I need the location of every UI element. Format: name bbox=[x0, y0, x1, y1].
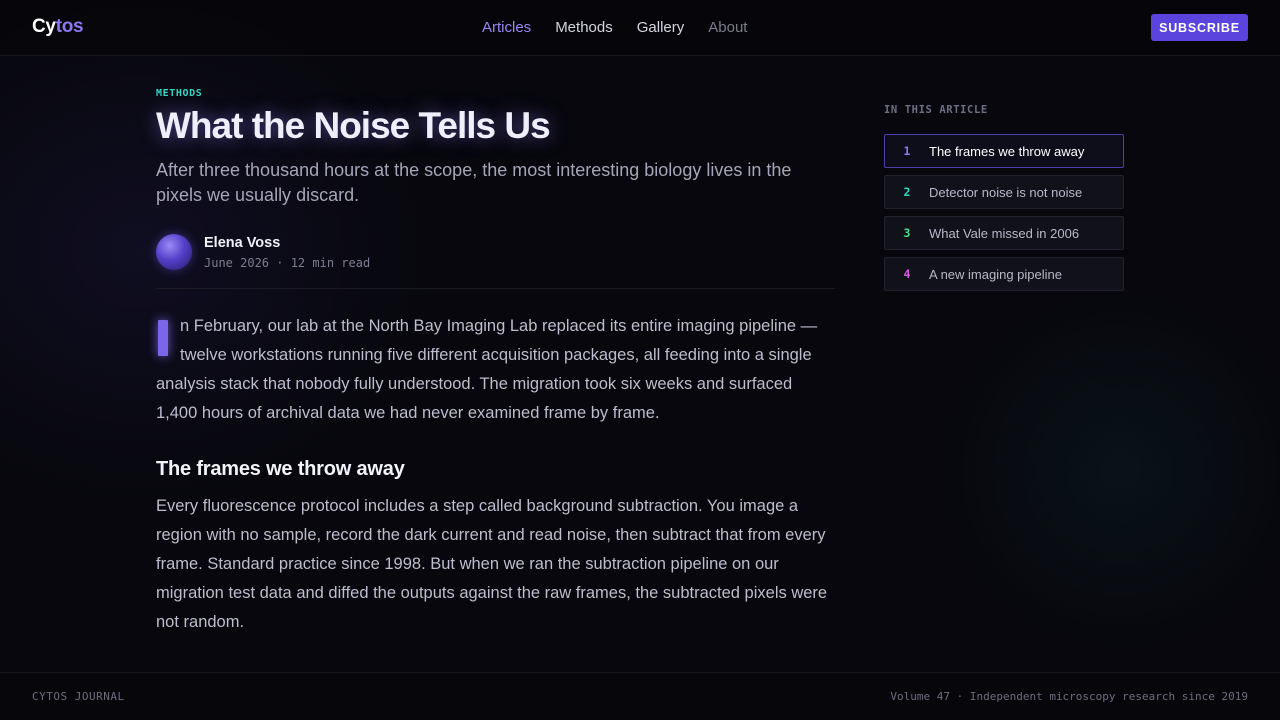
logo-text-primary: Cy bbox=[32, 16, 56, 37]
toc-item-number: 3 bbox=[903, 226, 911, 240]
toc-item-2[interactable]: 2 Detector noise is not noise bbox=[884, 175, 1124, 209]
article-meta: June 2026 · 12 min read bbox=[204, 255, 371, 270]
lead-paragraph-text: n February, our lab at the North Bay Ima… bbox=[156, 316, 818, 422]
article-subtitle: After three thousand hours at the scope,… bbox=[156, 159, 792, 205]
subscribe-button[interactable]: SUBSCRIBE bbox=[1151, 14, 1248, 41]
nav-link-about[interactable]: About bbox=[708, 19, 747, 36]
toc-item-number: 4 bbox=[903, 267, 911, 281]
toc-item-4[interactable]: 4 A new imaging pipeline bbox=[884, 257, 1124, 291]
toc-item-3[interactable]: 3 What Vale missed in 2006 bbox=[884, 216, 1124, 250]
nav-link-methods[interactable]: Methods bbox=[555, 19, 613, 36]
toc-label: IN THIS ARTICLE bbox=[884, 104, 988, 116]
toc-item-number: 1 bbox=[903, 144, 911, 158]
author-name[interactable]: Elena Voss bbox=[204, 235, 280, 251]
toc-item-label: Detector noise is not noise bbox=[929, 184, 1083, 200]
article-category[interactable]: METHODS bbox=[156, 88, 836, 99]
toc-item-number: 2 bbox=[903, 185, 911, 199]
author-avatar[interactable] bbox=[156, 233, 192, 270]
main-nav: Articles Methods Gallery About bbox=[482, 19, 747, 36]
toc-item-label: The frames we throw away bbox=[929, 143, 1085, 159]
nav-link-gallery[interactable]: Gallery bbox=[637, 19, 685, 36]
logo-text-accent: tos bbox=[55, 16, 84, 37]
toc-list: 1 The frames we throw away 2 Detector no… bbox=[884, 134, 1124, 291]
article-title: What the Noise Tells Us bbox=[156, 105, 551, 146]
article: METHODS What the Noise Tells Us After th… bbox=[156, 88, 836, 637]
site-logo[interactable]: Cytos bbox=[32, 16, 84, 38]
footer-tagline: Volume 47 · Independent microscopy resea… bbox=[890, 690, 1248, 703]
body-paragraph: Every fluorescence protocol includes a s… bbox=[156, 496, 828, 631]
footer-brand: CYTOS JOURNAL bbox=[32, 690, 125, 703]
toc-item-label: What Vale missed in 2006 bbox=[929, 225, 1080, 241]
byline: Elena Voss June 2026 · 12 min read bbox=[156, 233, 836, 274]
top-navigation-bar: Cytos Articles Methods Gallery About SUB… bbox=[0, 0, 1280, 56]
drop-cap-mark bbox=[158, 319, 168, 356]
section-heading: The frames we throw away bbox=[156, 457, 405, 480]
byline-divider bbox=[156, 287, 835, 289]
lead-paragraph: n February, our lab at the North Bay Ima… bbox=[156, 312, 836, 428]
nav-link-articles[interactable]: Articles bbox=[482, 19, 531, 36]
site-footer: CYTOS JOURNAL Volume 47 · Independent mi… bbox=[0, 672, 1280, 720]
table-of-contents: IN THIS ARTICLE 1 The frames we throw aw… bbox=[884, 104, 1124, 298]
toc-item-1[interactable]: 1 The frames we throw away bbox=[884, 134, 1124, 168]
toc-item-label: A new imaging pipeline bbox=[929, 266, 1062, 282]
